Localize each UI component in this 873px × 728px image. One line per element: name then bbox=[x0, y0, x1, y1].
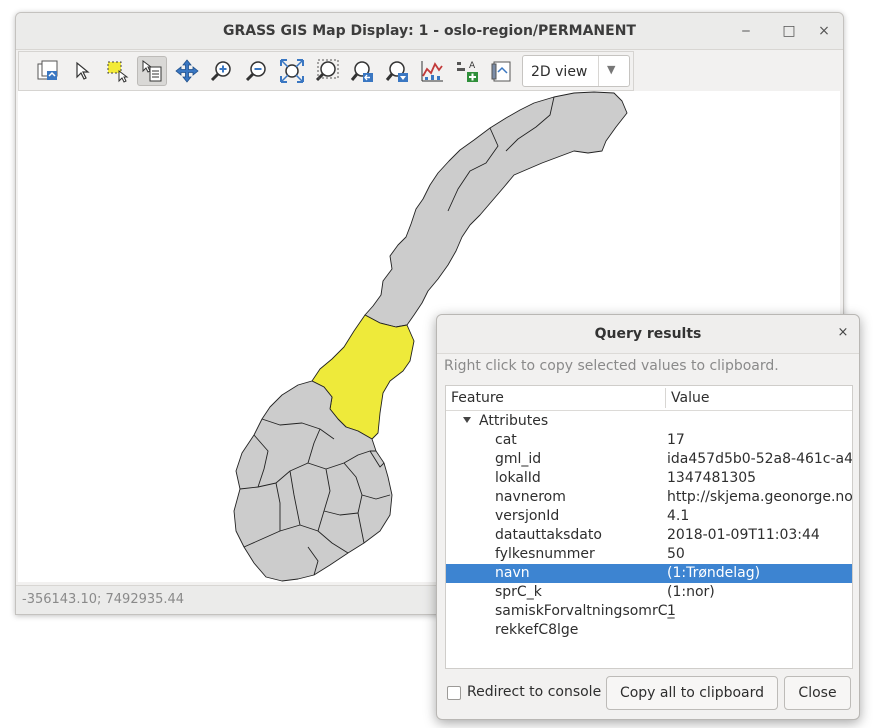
attribute-value: ida457d5b0-52a8-461c-a4e9 bbox=[667, 451, 853, 467]
view-mode-value: 2D view bbox=[531, 64, 588, 80]
svg-text:A: A bbox=[469, 61, 476, 71]
attribute-value: 17 bbox=[667, 432, 685, 448]
attribute-value: 1 bbox=[667, 603, 676, 619]
attribute-key: samiskForvaltningsomrC_ bbox=[495, 603, 675, 619]
table-row[interactable]: fylkesnummer 50 bbox=[446, 545, 852, 564]
attribute-key: navn bbox=[495, 565, 530, 581]
tree-group-attributes[interactable]: Attributes bbox=[446, 412, 852, 431]
maximize-button[interactable]: □ bbox=[777, 19, 801, 43]
attribute-value: (1:Trøndelag) bbox=[667, 565, 761, 581]
zoom-in-icon[interactable] bbox=[207, 56, 237, 86]
close-icon[interactable]: × bbox=[835, 325, 851, 341]
chevron-down-icon: ▼ bbox=[607, 63, 616, 76]
view-mode-select[interactable]: 2D view ▼ bbox=[522, 55, 630, 87]
display-map-icon[interactable] bbox=[33, 56, 63, 86]
select-separator bbox=[598, 56, 599, 86]
attribute-key: lokalId bbox=[495, 470, 541, 486]
attribute-key: rekkefC8lge bbox=[495, 622, 579, 638]
dialog-title-bar[interactable]: Query results × bbox=[437, 315, 859, 354]
group-label: Attributes bbox=[479, 413, 549, 429]
dialog-title: Query results bbox=[594, 326, 702, 342]
zoom-extent-icon[interactable] bbox=[277, 56, 307, 86]
table-row[interactable]: cat 17 bbox=[446, 431, 852, 450]
attribute-key: sprC_k bbox=[495, 584, 542, 600]
attribute-key: gml_id bbox=[495, 451, 542, 467]
attribute-value: 4.1 bbox=[667, 508, 690, 524]
pan-icon[interactable] bbox=[172, 56, 202, 86]
column-feature[interactable]: Feature bbox=[451, 390, 504, 406]
zoom-region-icon[interactable] bbox=[312, 56, 342, 86]
query-results-dialog: Query results × Right click to copy sele… bbox=[436, 314, 860, 720]
table-row[interactable]: rekkefC8lge bbox=[446, 621, 852, 640]
attribute-value: 50 bbox=[667, 546, 685, 562]
expand-triangle-icon[interactable] bbox=[463, 417, 471, 423]
table-row[interactable]: datauttaksdato 2018-01-09T11:03:44 bbox=[446, 526, 852, 545]
zoom-menu-icon[interactable] bbox=[382, 56, 412, 86]
close-window-button[interactable]: × bbox=[812, 19, 836, 43]
table-row[interactable]: navn (1:Trøndelag) bbox=[446, 564, 852, 583]
zoom-out-icon[interactable] bbox=[242, 56, 272, 86]
clipboard-hint: Right click to copy selected values to c… bbox=[444, 358, 779, 374]
pointer-icon[interactable] bbox=[68, 56, 98, 86]
select-vector-icon[interactable] bbox=[103, 56, 133, 86]
attribute-value: 2018-01-09T11:03:44 bbox=[667, 527, 820, 543]
results-tree[interactable]: Feature Value Attributes cat 17 gml_id ida4… bbox=[445, 385, 853, 669]
attribute-key: fylkesnummer bbox=[495, 546, 595, 562]
table-row[interactable]: versjonId 4.1 bbox=[446, 507, 852, 526]
coordinates-readout: -356143.10; 7492935.44 bbox=[22, 592, 185, 607]
attribute-value: http://skjema.geonorge.no/ bbox=[667, 489, 853, 505]
table-row[interactable]: samiskForvaltningsomrC_ 1 bbox=[446, 602, 852, 621]
map-toolbar: A 2D view ▼ bbox=[18, 51, 634, 91]
table-row[interactable]: lokalId 1347481305 bbox=[446, 469, 852, 488]
tree-header: Feature Value bbox=[446, 386, 852, 411]
attribute-key: versjonId bbox=[495, 508, 560, 524]
redirect-label[interactable]: Redirect to console bbox=[467, 684, 601, 700]
copy-all-button[interactable]: Copy all to clipboard bbox=[606, 676, 778, 710]
attribute-key: datauttaksdato bbox=[495, 527, 602, 543]
minimize-button[interactable]: ‒ bbox=[734, 19, 758, 43]
attribute-key: navnerom bbox=[495, 489, 566, 505]
redirect-checkbox[interactable] bbox=[447, 686, 461, 700]
query-icon[interactable] bbox=[137, 56, 167, 86]
table-row[interactable]: gml_id ida457d5b0-52a8-461c-a4e9 bbox=[446, 450, 852, 469]
save-image-icon[interactable] bbox=[487, 56, 517, 86]
close-button[interactable]: Close bbox=[784, 676, 851, 710]
table-row[interactable]: navnerom http://skjema.geonorge.no/ bbox=[446, 488, 852, 507]
window-title: GRASS GIS Map Display: 1 - oslo-region/P… bbox=[223, 23, 636, 39]
title-bar[interactable]: GRASS GIS Map Display: 1 - oslo-region/P… bbox=[16, 13, 843, 50]
map-decoration-icon[interactable]: A bbox=[452, 56, 482, 86]
column-separator bbox=[665, 388, 666, 408]
zoom-back-icon[interactable] bbox=[347, 56, 377, 86]
attribute-value: 1347481305 bbox=[667, 470, 757, 486]
attribute-key: cat bbox=[495, 432, 517, 448]
table-row[interactable]: sprC_k (1:nor) bbox=[446, 583, 852, 602]
attribute-value: (1:nor) bbox=[667, 584, 715, 600]
analyze-icon[interactable] bbox=[417, 56, 447, 86]
region-north bbox=[364, 91, 628, 328]
column-value[interactable]: Value bbox=[671, 390, 709, 406]
